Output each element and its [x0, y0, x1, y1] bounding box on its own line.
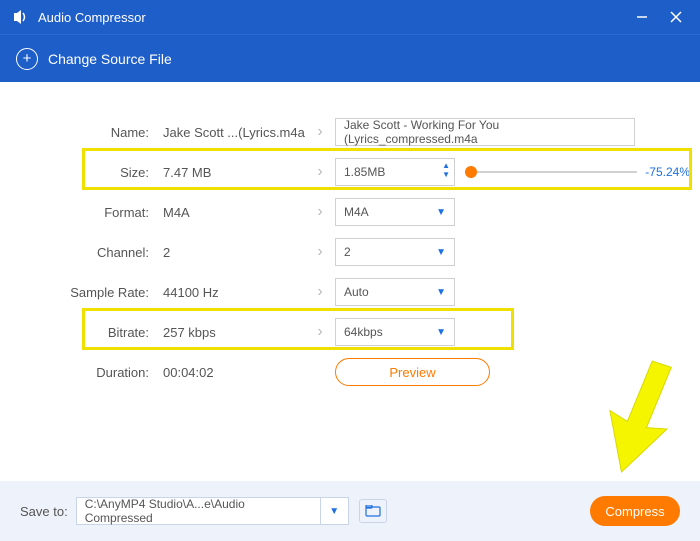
target-bitrate-select[interactable]: 64kbps▼	[335, 318, 455, 346]
add-icon[interactable]: +	[16, 48, 38, 70]
label-channel: Channel:	[0, 245, 155, 260]
original-duration: 00:04:02	[155, 365, 305, 380]
chevron-down-icon: ▼	[436, 287, 446, 298]
row-format: Format: M4A › M4A▼	[0, 192, 700, 232]
original-sample-rate: 44100 Hz	[155, 285, 305, 300]
label-name: Name:	[0, 125, 155, 140]
save-path-input[interactable]: C:\AnyMP4 Studio\A...e\Audio Compressed	[76, 497, 321, 525]
target-size-spinner[interactable]: 1.85MB ▲▼	[335, 158, 455, 186]
original-size: 7.47 MB	[155, 165, 305, 180]
original-bitrate: 257 kbps	[155, 325, 305, 340]
browse-folder-button[interactable]	[359, 499, 387, 523]
window-title: Audio Compressor	[38, 10, 620, 25]
size-delta: -75.24%	[645, 165, 690, 179]
label-duration: Duration:	[0, 365, 155, 380]
original-channel: 2	[155, 245, 305, 260]
label-bitrate: Bitrate:	[0, 325, 155, 340]
save-to-label: Save to:	[20, 504, 68, 519]
chevron-right-icon: ›	[305, 123, 335, 141]
chevron-down-icon: ▼	[436, 327, 446, 338]
titlebar: Audio Compressor	[0, 0, 700, 34]
label-size: Size:	[0, 165, 155, 180]
chevron-down-icon: ▼	[436, 247, 446, 258]
slider-thumb[interactable]	[465, 166, 477, 178]
chevron-right-icon: ›	[305, 323, 335, 341]
content-area: Name: Jake Scott ...(Lyrics.m4a › Jake S…	[0, 82, 700, 481]
row-sample-rate: Sample Rate: 44100 Hz › Auto▼	[0, 272, 700, 312]
target-name-input[interactable]: Jake Scott - Working For You (Lyrics_com…	[335, 118, 635, 146]
close-button[interactable]	[664, 5, 688, 29]
spinner-arrows-icon[interactable]: ▲▼	[442, 161, 450, 179]
row-bitrate: Bitrate: 257 kbps › 64kbps▼	[0, 312, 700, 352]
save-path-dropdown[interactable]: ▼	[321, 497, 349, 525]
original-name: Jake Scott ...(Lyrics.m4a	[155, 125, 305, 140]
chevron-right-icon: ›	[305, 163, 335, 181]
row-channel: Channel: 2 › 2▼	[0, 232, 700, 272]
change-source-button[interactable]: Change Source File	[48, 51, 172, 67]
compress-button[interactable]: Compress	[590, 496, 680, 526]
target-channel-select[interactable]: 2▼	[335, 238, 455, 266]
minimize-button[interactable]	[630, 5, 654, 29]
label-format: Format:	[0, 205, 155, 220]
preview-button[interactable]: Preview	[335, 358, 490, 386]
row-duration: Duration: 00:04:02 › Preview	[0, 352, 700, 392]
label-sample-rate: Sample Rate:	[0, 285, 155, 300]
app-logo-icon	[12, 8, 30, 26]
target-format-select[interactable]: M4A▼	[335, 198, 455, 226]
chevron-right-icon: ›	[305, 283, 335, 301]
chevron-right-icon: ›	[305, 203, 335, 221]
target-sample-rate-select[interactable]: Auto▼	[335, 278, 455, 306]
toolbar: + Change Source File	[0, 34, 700, 82]
row-name: Name: Jake Scott ...(Lyrics.m4a › Jake S…	[0, 112, 700, 152]
chevron-down-icon: ▼	[436, 207, 446, 218]
chevron-right-icon: ›	[305, 243, 335, 261]
row-size: Size: 7.47 MB › 1.85MB ▲▼ -75.24%	[0, 152, 700, 192]
footer: Save to: C:\AnyMP4 Studio\A...e\Audio Co…	[0, 481, 700, 541]
size-slider[interactable]	[465, 162, 637, 182]
original-format: M4A	[155, 205, 305, 220]
